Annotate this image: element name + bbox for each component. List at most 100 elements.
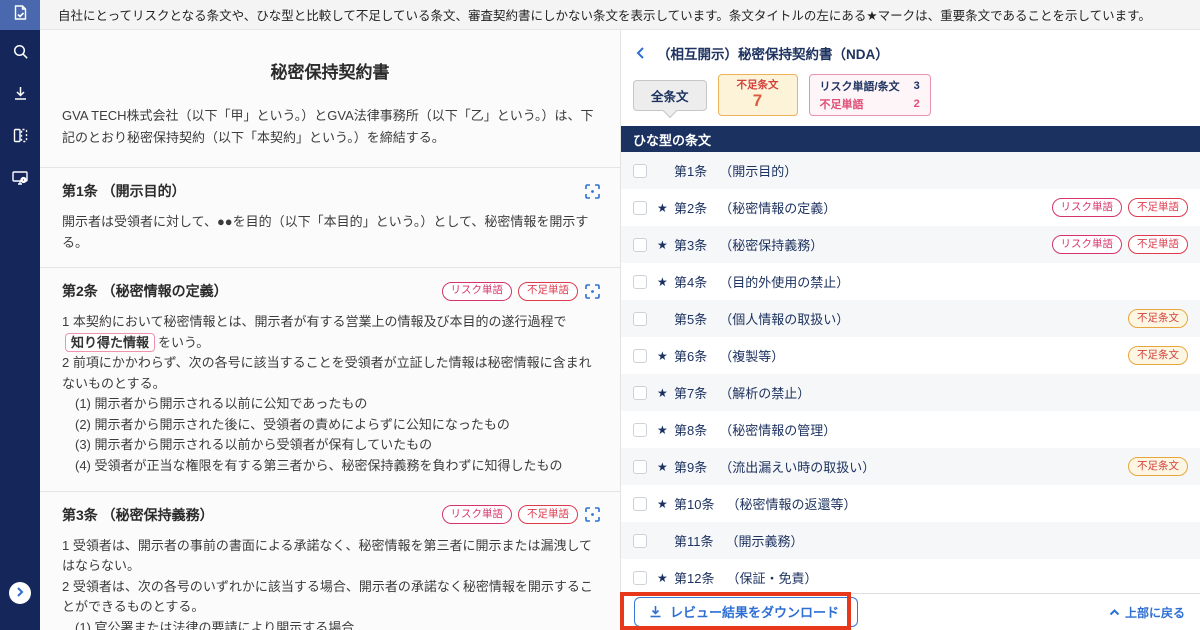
clause-title: （秘密情報の管理）	[719, 423, 837, 438]
clause-row-11[interactable]: 第11条 （開示義務）	[621, 522, 1200, 559]
clause-row-6[interactable]: ★ 第6条 （複製等） 不足条文	[621, 337, 1200, 374]
clause-row-7[interactable]: ★ 第7条 （解析の禁止）	[621, 374, 1200, 411]
clause-title: （目的外使用の禁止）	[719, 275, 850, 290]
clause-body-line: (1) 官公署または法律の要請により開示する場合	[75, 619, 355, 630]
clause-row-2[interactable]: ★ 第2条 （秘密情報の定義） リスク単語 不足単語	[621, 189, 1200, 226]
row-checkbox[interactable]	[633, 422, 647, 437]
row-checkbox[interactable]	[633, 274, 647, 289]
clause-no: 第10条	[674, 497, 715, 512]
important-star-icon: ★	[657, 570, 668, 585]
notice-text: 自社にとってリスクとなる条文や、ひな型と比較して不足している条文、審査契約書にし…	[58, 9, 1151, 23]
missing-clause-badge: 不足条文	[1128, 457, 1188, 476]
clause-title: （秘密保持義務）	[719, 238, 824, 253]
clause-row-3[interactable]: ★ 第3条 （秘密保持義務） リスク単語 不足単語	[621, 226, 1200, 263]
clause-no: 第11条	[674, 534, 714, 549]
body-text: 1 本契約において秘密情報とは、開示者が有する営業上の情報及び本目的の遂行過程で	[62, 314, 567, 330]
clause-row-4[interactable]: ★ 第4条 （目的外使用の禁止）	[621, 263, 1200, 300]
risk-term-highlight[interactable]: 知り得た情報	[65, 332, 156, 353]
clause-no: 第4条	[674, 275, 708, 290]
clause-list-header: ひな型の条文	[621, 126, 1200, 152]
clause-row-12[interactable]: ★ 第12条 （保証・免責）	[621, 559, 1200, 596]
important-star-icon: ★	[657, 422, 668, 437]
download-results-button[interactable]: レビュー結果をダウンロード	[634, 597, 859, 627]
risk-word-stat-row: リスク単語/条文 3	[820, 78, 920, 94]
back-to-top-link[interactable]: 上部に戻る	[1109, 604, 1185, 621]
clause-row-5[interactable]: 第5条 （個人情報の取扱い） 不足条文	[621, 300, 1200, 337]
important-star-icon: ★	[657, 496, 668, 511]
clause-no: 第9条	[674, 460, 708, 475]
notice-bar: 自社にとってリスクとなる条文や、ひな型と比較して不足している条文、審査契約書にし…	[40, 0, 1200, 30]
risk-word-badge: リスク単語	[1051, 235, 1122, 254]
clause-no: 第2条	[674, 201, 708, 216]
chevron-left-icon	[636, 47, 644, 59]
document-title: 秘密保持契約書	[270, 63, 390, 82]
missing-word-badge: 不足単語	[1128, 198, 1188, 217]
clause-no: 第12条	[674, 571, 715, 586]
clause-heading: 第3条 （秘密保持義務）	[62, 506, 214, 523]
focus-clause-button[interactable]	[584, 183, 600, 199]
clause-body-line: 1 受領者は、開示者の事前の書面による承諾なく、秘密情報を第三者に開示または漏洩…	[62, 537, 593, 574]
tab-missing-clauses[interactable]: 不足条文 7	[717, 74, 798, 116]
clause-title: （個人情報の取扱い）	[719, 312, 850, 327]
important-star-icon: ★	[657, 459, 668, 474]
review-filter-tabs: 全条文 不足条文 7 リスク単語/条文 3 不足単語 2	[621, 63, 1200, 126]
row-checkbox[interactable]	[633, 533, 647, 548]
clause-body-line: 2 前項にかかわらず、次の各号に該当することを受領者が立証した情報は秘密情報に含…	[62, 355, 592, 391]
monitor-settings-icon	[11, 169, 29, 192]
clause-title: （秘密情報の返還等）	[726, 497, 857, 512]
sidebar-item-download[interactable]	[0, 78, 40, 114]
document-clause-1: 第1条 （開示目的） 開示者は受領者に対して、●●を目的（以下「本目的」という。…	[40, 167, 620, 267]
sidebar-expand-button[interactable]	[9, 582, 31, 604]
important-star-icon: ★	[657, 348, 668, 363]
missing-clause-badge: 不足条文	[1128, 309, 1188, 328]
sidebar-item-settings[interactable]	[0, 162, 40, 198]
clause-row-10[interactable]: ★ 第10条 （秘密情報の返還等）	[621, 485, 1200, 522]
clause-body-line: (3) 開示者から開示される以前から受領者が保有していたもの	[75, 437, 433, 453]
row-checkbox[interactable]	[633, 237, 647, 252]
contract-document-panel: 秘密保持契約書 GVA TECH株式会社（以下「甲」という。）とGVA法律事務所…	[40, 30, 620, 630]
search-icon	[12, 43, 29, 65]
clause-no: 第6条	[674, 349, 708, 364]
download-icon	[12, 85, 29, 107]
compare-icon	[12, 127, 29, 149]
risk-word-count: 3	[913, 80, 920, 92]
clause-title: （開示目的）	[719, 164, 798, 179]
row-checkbox[interactable]	[633, 348, 647, 363]
important-star-icon: ★	[657, 274, 668, 289]
tab-all-clauses[interactable]: 全条文	[633, 79, 707, 111]
risk-word-badge: リスク単語	[1051, 198, 1122, 217]
document-check-icon	[12, 4, 29, 26]
app-sidebar	[0, 0, 40, 630]
row-checkbox[interactable]	[633, 459, 647, 474]
review-header: （相互開示）秘密保持契約書（NDA）	[621, 30, 1200, 63]
clause-row-1[interactable]: 第1条 （開示目的）	[621, 152, 1200, 189]
clause-row-9[interactable]: ★ 第9条 （流出漏えい時の取扱い） 不足条文	[621, 448, 1200, 485]
row-checkbox[interactable]	[633, 200, 647, 215]
back-button[interactable]	[634, 46, 647, 60]
clause-title: （保証・免責）	[726, 571, 818, 586]
sidebar-item-compare[interactable]	[0, 120, 40, 156]
clause-row-8[interactable]: ★ 第8条 （秘密情報の管理）	[621, 411, 1200, 448]
sidebar-item-search[interactable]	[0, 36, 40, 72]
important-star-icon: ★	[657, 200, 668, 215]
clause-no: 第7条	[674, 386, 708, 401]
document-intro: GVA TECH株式会社（以下「甲」という。）とGVA法律事務所（以下「乙」とい…	[62, 108, 594, 146]
clause-no: 第5条	[674, 312, 708, 327]
missing-word-stat-row: 不足単語 2	[820, 96, 920, 112]
tab-word-stats[interactable]: リスク単語/条文 3 不足単語 2	[808, 74, 931, 116]
focus-clause-button[interactable]	[584, 283, 600, 299]
row-checkbox[interactable]	[633, 385, 647, 400]
review-title: （相互開示）秘密保持契約書（NDA）	[657, 47, 889, 62]
clause-body-line: 開示者は受領者に対して、●●を目的（以下「本目的」という。）として、秘密情報を開…	[62, 214, 589, 250]
missing-word-count: 2	[913, 98, 920, 110]
sidebar-item-review[interactable]	[0, 0, 40, 30]
row-checkbox[interactable]	[633, 163, 647, 178]
clause-body-line: 2 受領者は、次の各号のいずれかに該当する場合、開示者の承諾なく秘密情報を開示す…	[62, 578, 593, 615]
clause-title: （解析の禁止）	[719, 386, 811, 401]
row-checkbox[interactable]	[633, 496, 647, 511]
missing-word-badge: 不足単語	[518, 505, 578, 524]
row-checkbox[interactable]	[633, 311, 647, 326]
stat-label: リスク単語/条文	[819, 81, 900, 93]
row-checkbox[interactable]	[633, 570, 647, 585]
focus-clause-button[interactable]	[584, 506, 600, 522]
